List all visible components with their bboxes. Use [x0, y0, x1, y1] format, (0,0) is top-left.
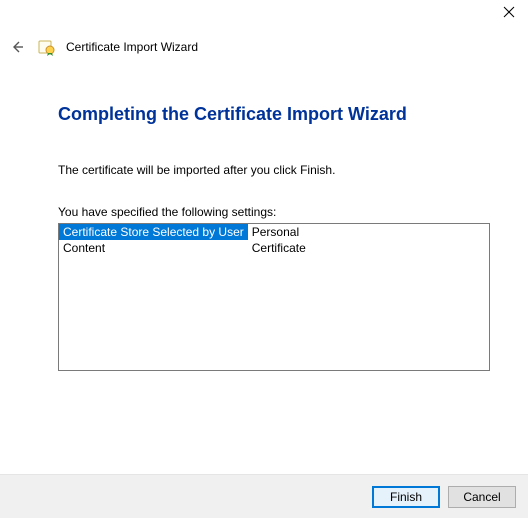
- settings-row[interactable]: ContentCertificate: [59, 240, 489, 256]
- settings-intro-label: You have specified the following setting…: [58, 205, 490, 219]
- wizard-header: Certificate Import Wizard: [6, 36, 522, 58]
- settings-value: Personal: [248, 224, 489, 240]
- settings-table: Certificate Store Selected by UserPerson…: [59, 224, 489, 256]
- close-icon: [503, 6, 515, 18]
- settings-key: Content: [59, 240, 248, 256]
- settings-row[interactable]: Certificate Store Selected by UserPerson…: [59, 224, 489, 240]
- certificate-wizard-icon: [38, 38, 56, 56]
- page-description: The certificate will be imported after y…: [58, 163, 490, 177]
- wizard-footer: Finish Cancel: [0, 474, 528, 518]
- back-button[interactable]: [6, 36, 28, 58]
- certificate-import-wizard-window: Certificate Import Wizard Completing the…: [0, 0, 528, 518]
- cancel-button[interactable]: Cancel: [448, 486, 516, 508]
- back-arrow-icon: [9, 39, 25, 55]
- close-button[interactable]: [500, 6, 518, 24]
- settings-listbox[interactable]: Certificate Store Selected by UserPerson…: [58, 223, 490, 371]
- page-heading: Completing the Certificate Import Wizard: [58, 104, 490, 125]
- wizard-title: Certificate Import Wizard: [66, 40, 198, 54]
- settings-value: Certificate: [248, 240, 489, 256]
- finish-button[interactable]: Finish: [372, 486, 440, 508]
- wizard-content: Completing the Certificate Import Wizard…: [58, 104, 490, 371]
- settings-key: Certificate Store Selected by User: [59, 224, 248, 240]
